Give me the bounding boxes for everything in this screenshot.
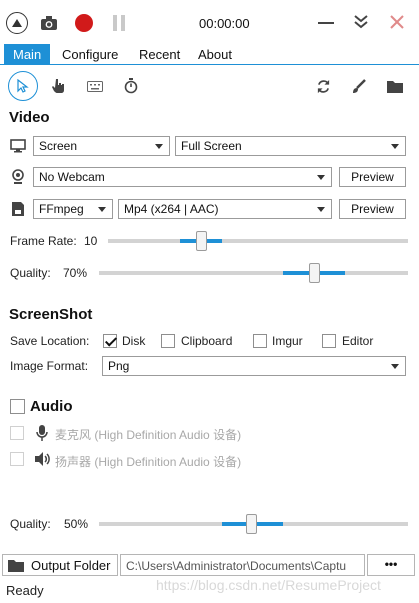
save-file-icon — [12, 202, 24, 216]
clipboard-label: Clipboard — [181, 334, 233, 348]
webcam-select[interactable]: No Webcam — [33, 167, 332, 187]
chevron-down-icon — [98, 207, 106, 212]
cursor-icon — [17, 79, 29, 93]
folder-icon — [8, 560, 24, 572]
minimize-button[interactable] — [318, 16, 334, 30]
timer-button[interactable] — [122, 77, 140, 95]
format-select[interactable]: Mp4 (x264 | AAC) — [118, 199, 332, 219]
audio-quality-slider-thumb[interactable] — [246, 514, 257, 534]
output-path-value: C:\Users\Administrator\Documents\Captu — [126, 559, 347, 573]
video-source-select[interactable]: Screen — [33, 136, 170, 156]
webcam-icon — [12, 169, 24, 184]
encoder-value: FFmpeg — [39, 202, 84, 216]
mouse-clicks-button[interactable] — [50, 77, 68, 95]
video-quality-slider-thumb[interactable] — [309, 263, 320, 283]
paint-brush-icon — [353, 79, 366, 93]
menu-bar: Main Configure Recent About — [0, 44, 419, 66]
audio-heading: Audio — [30, 398, 73, 415]
webcam-value: No Webcam — [39, 170, 105, 184]
frame-rate-value: 10 — [84, 234, 98, 248]
chevron-down-icon — [391, 144, 399, 149]
region-value: Full Screen — [181, 139, 242, 153]
format-preview-button[interactable]: Preview — [339, 199, 406, 219]
webcam-preview-button[interactable]: Preview — [339, 167, 406, 187]
frame-rate-slider-thumb[interactable] — [196, 231, 207, 251]
minimize-to-tray-button[interactable] — [352, 13, 370, 31]
refresh-button[interactable] — [314, 77, 332, 95]
monitor-icon — [10, 139, 26, 153]
video-source-value: Screen — [39, 139, 78, 153]
speaker-checkbox[interactable] — [10, 452, 24, 466]
close-button[interactable] — [388, 13, 406, 31]
tool-row — [0, 66, 419, 106]
screenshot-heading: ScreenShot — [9, 306, 93, 323]
output-folder-button[interactable]: Output Folder — [2, 554, 118, 576]
status-text: Ready — [6, 583, 44, 598]
more-options-button[interactable]: ••• — [367, 554, 415, 576]
speaker-icon — [35, 452, 50, 466]
region-select[interactable]: Full Screen — [175, 136, 406, 156]
hand-pointer-icon — [52, 79, 64, 93]
brush-button[interactable] — [350, 77, 368, 95]
tab-recent[interactable]: Recent — [130, 44, 189, 65]
keystrokes-button[interactable] — [86, 79, 104, 93]
open-folder-button[interactable] — [386, 78, 404, 94]
record-icon — [75, 14, 93, 32]
imgur-checkbox[interactable] — [253, 334, 267, 348]
video-quality-value: 70% — [63, 266, 88, 280]
audio-checkbox[interactable] — [10, 399, 25, 414]
camera-icon — [41, 16, 57, 30]
chevron-down-icon — [155, 144, 163, 149]
video-quality-slider[interactable] — [99, 271, 408, 275]
menu-divider — [0, 64, 419, 65]
collapse-toggle-button[interactable] — [6, 12, 28, 34]
editor-label: Editor — [342, 334, 374, 348]
image-format-value: Png — [108, 359, 130, 373]
image-format-select[interactable]: Png — [102, 356, 406, 376]
speaker-label: 扬声器 (High Definition Audio 设备) — [55, 455, 242, 469]
keyboard-icon — [87, 80, 103, 92]
record-button[interactable] — [74, 13, 94, 33]
pause-button[interactable] — [113, 15, 127, 31]
tab-about[interactable]: About — [189, 44, 241, 65]
elapsed-timer: 00:00:00 — [199, 16, 250, 31]
refresh-icon — [317, 79, 329, 93]
stopwatch-icon — [124, 78, 138, 94]
chevron-down-icon — [317, 175, 325, 180]
video-heading: Video — [9, 109, 50, 126]
tab-configure[interactable]: Configure — [53, 44, 127, 65]
microphone-label: 麦克风 (High Definition Audio 设备) — [55, 428, 242, 442]
image-format-label: Image Format: — [10, 359, 89, 373]
folder-icon — [387, 80, 403, 93]
watermark-text: https://blog.csdn.net/ResumeProject — [156, 577, 381, 593]
save-location-label: Save Location: — [10, 334, 90, 348]
chevron-down-icon — [391, 364, 399, 369]
minimize-icon — [318, 21, 334, 24]
output-folder-label: Output Folder — [31, 558, 111, 573]
video-quality-label: Quality: — [10, 266, 51, 280]
frame-rate-label: Frame Rate: — [10, 234, 77, 248]
encoder-select[interactable]: FFmpeg — [33, 199, 113, 219]
disk-checkbox[interactable] — [103, 334, 117, 348]
microphone-icon — [36, 425, 48, 441]
clipboard-checkbox[interactable] — [161, 334, 175, 348]
audio-quality-value: 50% — [64, 517, 89, 531]
audio-quality-label: Quality: — [10, 517, 51, 531]
title-bar: 00:00:00 — [0, 0, 419, 44]
close-icon — [390, 15, 404, 29]
output-path-field[interactable]: C:\Users\Administrator\Documents\Captu — [120, 554, 365, 576]
cursor-tool-button[interactable] — [8, 71, 38, 101]
frame-rate-slider[interactable] — [108, 239, 408, 243]
chevron-up-icon — [12, 19, 22, 27]
format-value: Mp4 (x264 | AAC) — [124, 202, 219, 216]
tab-main[interactable]: Main — [4, 44, 51, 65]
microphone-checkbox[interactable] — [10, 426, 24, 440]
screenshot-button[interactable] — [38, 12, 60, 34]
double-chevron-down-icon — [354, 15, 368, 29]
pause-icon — [113, 15, 117, 31]
chevron-down-icon — [317, 207, 325, 212]
editor-checkbox[interactable] — [322, 334, 336, 348]
disk-label: Disk — [122, 334, 146, 348]
imgur-label: Imgur — [272, 334, 303, 348]
